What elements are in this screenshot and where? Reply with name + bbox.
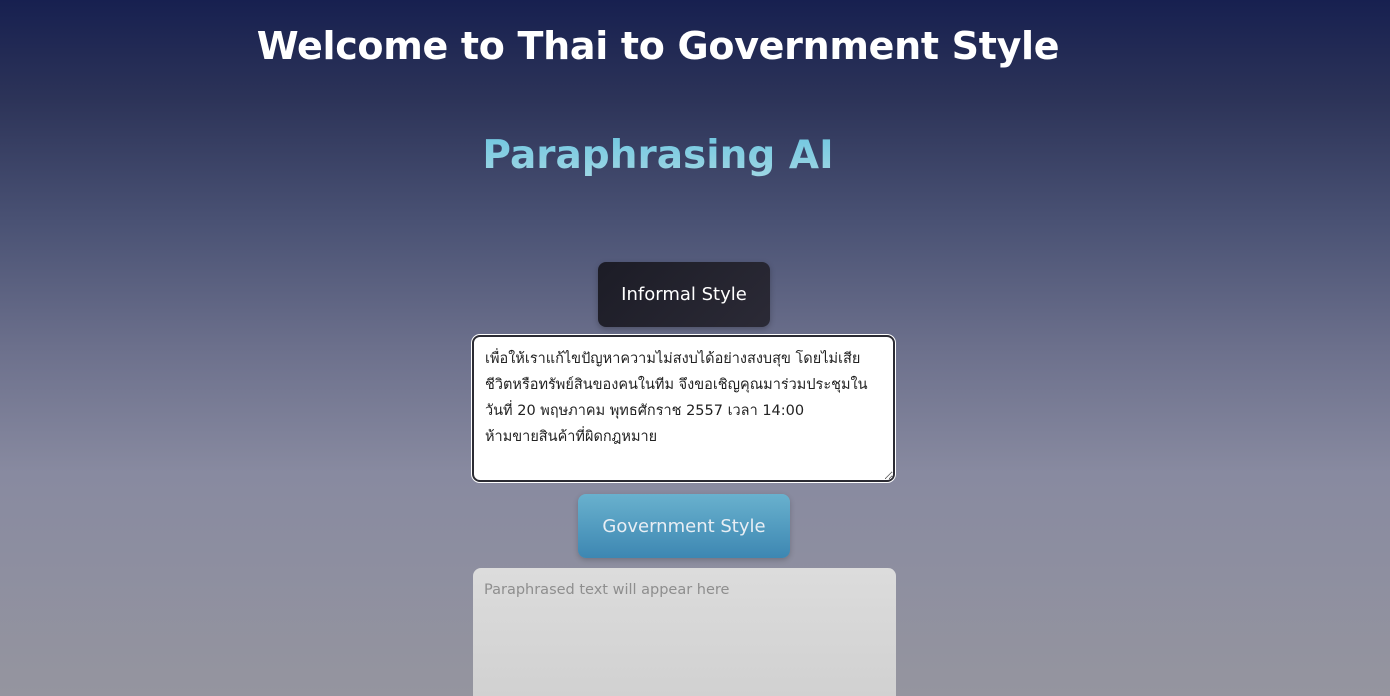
- page-title: Welcome to Thai to Government Style: [256, 24, 1060, 68]
- informal-style-button[interactable]: Informal Style: [598, 262, 770, 327]
- paraphrased-output[interactable]: [473, 568, 896, 696]
- page-subtitle: Paraphrasing AI: [0, 133, 1316, 178]
- government-style-button[interactable]: Government Style: [578, 494, 790, 558]
- informal-text-input[interactable]: เพื่อให้เราแก้ไขปัญหาความไม่สงบได้อย่างส…: [472, 335, 895, 482]
